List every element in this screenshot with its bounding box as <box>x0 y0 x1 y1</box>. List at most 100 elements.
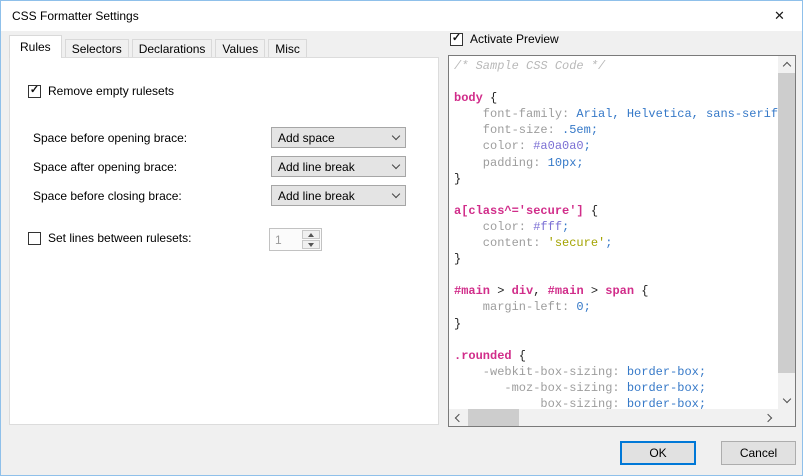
code-line: } <box>454 316 778 332</box>
ok-button-label: OK <box>649 446 666 460</box>
close-icon: ✕ <box>774 8 785 24</box>
code-token-prop: -moz-box-sizing: <box>454 381 620 395</box>
spinner-down-icon <box>308 243 314 247</box>
ok-button[interactable]: OK <box>620 441 696 465</box>
code-token-pun: { <box>483 91 497 105</box>
code-line: } <box>454 171 778 187</box>
code-line: -moz-box-sizing: border-box; <box>454 380 778 396</box>
code-token-val: border-box; <box>620 397 706 409</box>
code-line: body { <box>454 90 778 106</box>
code-line <box>454 74 778 90</box>
field-label: Space before opening brace: <box>33 131 187 145</box>
tab-values[interactable]: Values <box>215 39 265 57</box>
lines-between-rulesets-spinner[interactable]: 1 <box>269 228 322 251</box>
code-line: color: #fff; <box>454 219 778 235</box>
tab-label: Declarations <box>139 42 206 56</box>
dropdown-selected-value: Add space <box>278 131 393 145</box>
code-line: #main > div, #main > span { <box>454 283 778 299</box>
code-token-sel: div <box>512 284 534 298</box>
code-token-val: Arial, Helvetica, sans-serif; <box>569 107 778 121</box>
scroll-down-button[interactable] <box>778 392 795 409</box>
code-token-pun: { <box>512 349 526 363</box>
field-label: Space after opening brace: <box>33 160 177 174</box>
dropdown-space-before-closing-brace[interactable]: Add line break <box>271 185 406 206</box>
horizontal-scrollbar[interactable] <box>449 409 778 426</box>
code-token-prop: -webkit-box-sizing: <box>454 365 620 379</box>
remove-empty-rulesets-checkbox[interactable]: ✓ <box>28 85 41 98</box>
spinner-buttons <box>302 230 320 249</box>
code-line: } <box>454 251 778 267</box>
tab-rules[interactable]: Rules <box>9 35 62 58</box>
code-line <box>454 267 778 283</box>
chevron-down-icon <box>392 161 400 169</box>
vertical-scrollbar[interactable] <box>778 56 795 409</box>
code-token-prop: padding: <box>454 156 540 170</box>
chevron-left-icon <box>455 413 463 421</box>
cancel-button[interactable]: Cancel <box>721 441 796 465</box>
code-token-prop: margin-left: <box>454 300 569 314</box>
code-token-pun: } <box>454 252 461 266</box>
code-token-prop: color: <box>454 220 526 234</box>
code-token-sel: span <box>605 284 634 298</box>
code-token-val: ; <box>584 139 591 153</box>
scroll-up-button[interactable] <box>778 56 795 73</box>
spinner-value: 1 <box>270 229 302 250</box>
tab-label: Misc <box>275 42 300 56</box>
dropdown-selected-value: Add line break <box>278 189 393 203</box>
rules-tab-panel: ✓ Remove empty rulesets Space before ope… <box>9 57 439 425</box>
code-line: box-sizing: border-box; <box>454 396 778 409</box>
activate-preview-row: ✓ Activate Preview <box>450 32 559 46</box>
code-token-val: border-box; <box>620 381 706 395</box>
horizontal-scrollbar-thumb[interactable] <box>468 409 519 426</box>
dropdown-space-after-opening-brace[interactable]: Add line break <box>271 156 406 177</box>
code-token-prop: font-family: <box>454 107 569 121</box>
code-token-pun: } <box>454 317 461 331</box>
check-icon: ✓ <box>30 85 39 96</box>
spinner-down-button[interactable] <box>302 240 320 249</box>
form-row-space-before-opening-brace: Space before opening brace: Add space <box>10 127 438 148</box>
code-token-val: .5em; <box>555 123 598 137</box>
code-token-sel: #main <box>548 284 584 298</box>
chevron-down-icon <box>782 395 790 403</box>
code-line: margin-left: 0; <box>454 299 778 315</box>
tab-label: Rules <box>20 40 51 54</box>
code-token-val: ; <box>605 236 612 250</box>
close-button[interactable]: ✕ <box>757 1 802 31</box>
tab-label: Selectors <box>72 42 122 56</box>
tab-declarations[interactable]: Declarations <box>132 39 213 57</box>
chevron-right-icon <box>764 413 772 421</box>
form-row-space-after-opening-brace: Space after opening brace: Add line break <box>10 156 438 177</box>
code-token-hex: #a0a0a0 <box>526 139 584 153</box>
spinner-up-button[interactable] <box>302 230 320 239</box>
lines-between-spinner-row: 1 <box>10 230 438 251</box>
code-token-val: 10px; <box>540 156 583 170</box>
vertical-scrollbar-thumb[interactable] <box>778 73 795 373</box>
tab-selectors[interactable]: Selectors <box>65 39 129 57</box>
code-line: color: #a0a0a0; <box>454 138 778 154</box>
code-token-prop: color: <box>454 139 526 153</box>
tab-misc[interactable]: Misc <box>268 39 307 57</box>
code-token-hex: #fff <box>526 220 562 234</box>
code-token-pun: { <box>634 284 648 298</box>
css-preview-pane: /* Sample CSS Code */ body { font-family… <box>448 55 796 427</box>
code-token-val: border-box; <box>620 365 706 379</box>
remove-empty-rulesets-label: Remove empty rulesets <box>48 84 174 98</box>
code-line: .rounded { <box>454 348 778 364</box>
code-token-sel: body <box>454 91 483 105</box>
code-token-pun: > <box>490 284 512 298</box>
code-token-val: ; <box>562 220 569 234</box>
code-line: content: 'secure'; <box>454 235 778 251</box>
chevron-up-icon <box>782 62 790 70</box>
code-line: -webkit-box-sizing: border-box; <box>454 364 778 380</box>
scroll-left-button[interactable] <box>449 409 466 426</box>
code-line: font-size: .5em; <box>454 122 778 138</box>
scroll-right-button[interactable] <box>761 409 778 426</box>
code-line <box>454 187 778 203</box>
code-token-com: /* Sample CSS Code */ <box>454 59 605 73</box>
dropdown-selected-value: Add line break <box>278 160 393 174</box>
code-token-prop: content: <box>454 236 540 250</box>
dropdown-space-before-opening-brace[interactable]: Add space <box>271 127 406 148</box>
activate-preview-checkbox[interactable]: ✓ <box>450 33 463 46</box>
scrollbar-corner <box>778 409 795 426</box>
code-line: padding: 10px; <box>454 155 778 171</box>
